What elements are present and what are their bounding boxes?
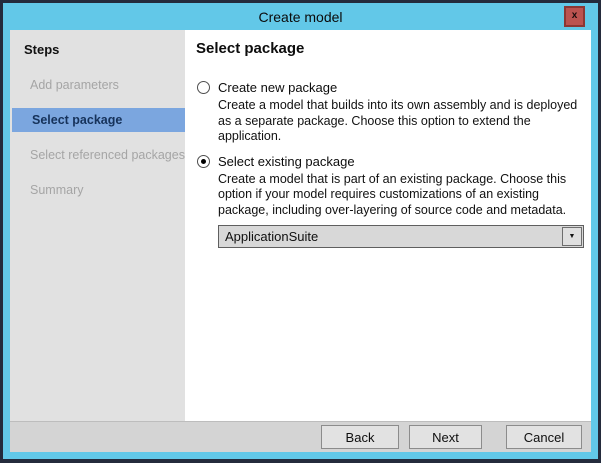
radio-select-existing-package[interactable] [197, 155, 210, 168]
sidebar-item-select-package[interactable]: Select package [12, 108, 185, 132]
package-dropdown[interactable]: ApplicationSuite ▼ [218, 225, 584, 248]
titlebar[interactable]: Create model x [3, 3, 598, 30]
option-label[interactable]: Select existing package [218, 154, 355, 169]
option-description: Create a model that builds into its own … [218, 98, 590, 145]
package-dropdown-value: ApplicationSuite [219, 226, 583, 247]
window-title: Create model [258, 9, 342, 25]
chevron-down-icon: ▼ [569, 233, 576, 240]
steps-sidebar: Steps Add parameters Select package Sele… [10, 30, 185, 421]
close-button[interactable]: x [564, 6, 585, 27]
sidebar-item-select-referenced-packages[interactable]: Select referenced packages [10, 143, 185, 167]
sidebar-item-label: Select package [32, 113, 122, 127]
next-button[interactable]: Next [409, 425, 482, 449]
dialog-footer: Back Next Cancel [10, 421, 591, 452]
option-create-new-package[interactable]: Create new package [197, 80, 591, 95]
sidebar-item-summary[interactable]: Summary [10, 178, 185, 202]
sidebar-item-label: Summary [30, 183, 83, 197]
steps-heading: Steps [10, 40, 185, 59]
option-label[interactable]: Create new package [218, 80, 337, 95]
option-description: Create a model that is part of an existi… [218, 172, 590, 219]
sidebar-item-label: Select referenced packages [30, 148, 185, 162]
dialog-window: Create model x Steps Add parameters Sele… [3, 3, 598, 459]
option-select-existing-package[interactable]: Select existing package [197, 154, 591, 169]
dropdown-toggle-button[interactable]: ▼ [562, 227, 582, 246]
sidebar-item-label: Add parameters [30, 78, 119, 92]
page-title: Select package [196, 40, 591, 57]
step-content: Select package Create new package Create… [185, 30, 591, 421]
back-button[interactable]: Back [321, 425, 399, 449]
close-icon: x [572, 11, 578, 21]
radio-create-new-package[interactable] [197, 81, 210, 94]
dialog-body: Steps Add parameters Select package Sele… [10, 30, 591, 452]
cancel-button[interactable]: Cancel [506, 425, 582, 449]
sidebar-item-add-parameters[interactable]: Add parameters [10, 73, 185, 97]
